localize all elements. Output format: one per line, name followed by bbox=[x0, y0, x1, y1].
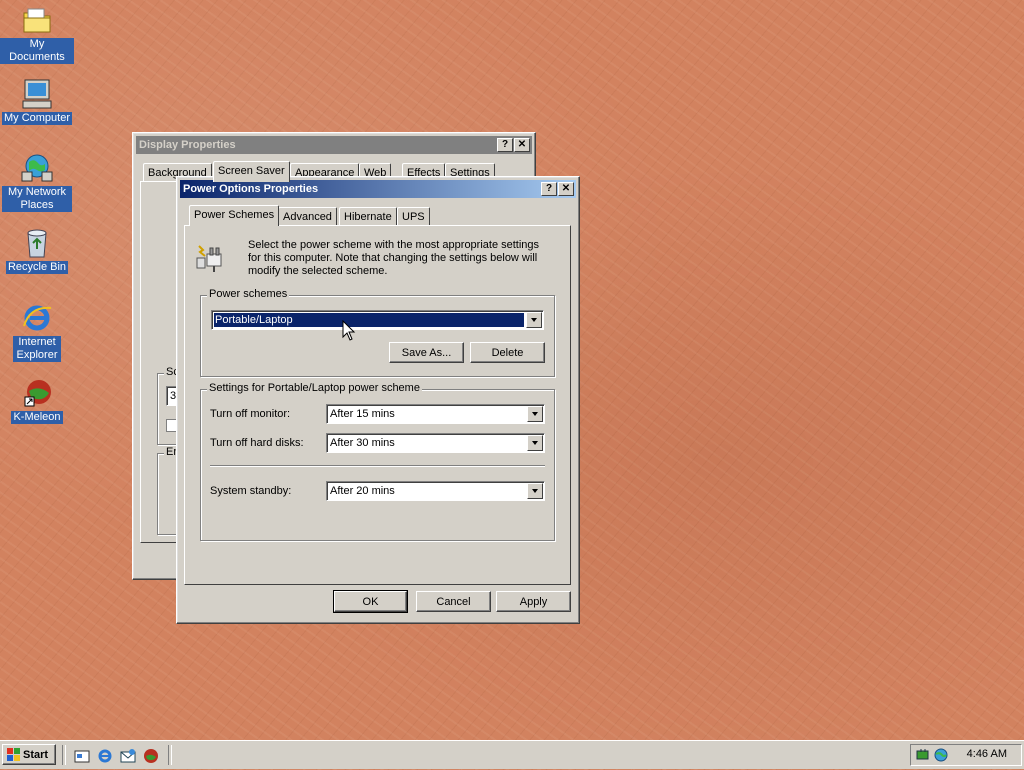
internet-explorer-icon[interactable] bbox=[97, 748, 113, 764]
power-schemes-panel: Select the power scheme with the most ap… bbox=[184, 225, 571, 585]
desktop-icon-my-documents[interactable]: My Documents bbox=[0, 4, 74, 64]
delete-button[interactable]: Delete bbox=[470, 342, 545, 363]
network-icon bbox=[21, 152, 53, 184]
network-tray-icon[interactable] bbox=[933, 747, 949, 766]
outlook-express-icon[interactable] bbox=[120, 748, 136, 764]
scheme-settings-group: Settings for Portable/Laptop power schem… bbox=[200, 382, 555, 541]
show-desktop-icon[interactable] bbox=[74, 748, 90, 764]
desktop-icon-label: K-Meleon bbox=[11, 411, 63, 424]
tab-screen-saver[interactable]: Screen Saver bbox=[213, 161, 290, 182]
computer-icon bbox=[21, 78, 53, 110]
desktop-icon-k-meleon[interactable]: K-Meleon bbox=[0, 377, 74, 424]
chevron-down-icon[interactable] bbox=[527, 406, 543, 422]
recycle-bin-icon bbox=[21, 227, 53, 259]
chevron-down-icon[interactable] bbox=[526, 312, 542, 328]
display-properties-titlebar[interactable]: Display Properties ? ✕ bbox=[136, 136, 532, 154]
window-title: Power Options Properties bbox=[183, 183, 319, 195]
system-standby-select[interactable]: After 20 mins bbox=[326, 481, 545, 501]
folder-icon bbox=[21, 4, 53, 36]
scheme-description: Select the power scheme with the most ap… bbox=[248, 239, 540, 277]
monitor-label: Turn off monitor: bbox=[210, 408, 291, 420]
k-meleon-icon[interactable] bbox=[143, 748, 159, 764]
mouse-cursor-icon bbox=[342, 319, 356, 342]
apply-button[interactable]: Apply bbox=[496, 591, 571, 612]
divider bbox=[62, 745, 66, 765]
ok-button[interactable]: OK bbox=[333, 590, 408, 613]
power-tray-icon[interactable] bbox=[915, 747, 931, 766]
chevron-down-icon[interactable] bbox=[527, 435, 543, 451]
turn-off-monitor-select[interactable]: After 15 mins bbox=[326, 404, 545, 424]
system-tray: 4:46 AM bbox=[910, 744, 1022, 766]
select-value: Portable/Laptop bbox=[213, 312, 525, 328]
taskbar: Start 4:46 AM bbox=[0, 740, 1024, 769]
desktop-icon-label: My Computer bbox=[1, 112, 73, 125]
window-title: Display Properties bbox=[139, 139, 236, 151]
desktop-icon-label: My Network Places bbox=[2, 186, 72, 212]
tab-power-schemes[interactable]: Power Schemes bbox=[189, 205, 280, 226]
k-meleon-icon bbox=[21, 377, 53, 409]
internet-explorer-icon bbox=[21, 302, 53, 334]
start-button[interactable]: Start bbox=[2, 744, 56, 765]
tab-hibernate[interactable]: Hibernate bbox=[339, 207, 397, 226]
desktop-icon-my-network-places[interactable]: My Network Places bbox=[0, 152, 74, 212]
power-options-window[interactable]: Power Options Properties ? ✕ Power Schem… bbox=[176, 176, 580, 624]
tab-advanced[interactable]: Advanced bbox=[278, 207, 337, 226]
cancel-button[interactable]: Cancel bbox=[416, 591, 491, 612]
disks-label: Turn off hard disks: bbox=[210, 437, 304, 449]
clock[interactable]: 4:46 AM bbox=[967, 748, 1007, 760]
select-value: After 15 mins bbox=[330, 408, 395, 420]
help-button[interactable]: ? bbox=[497, 138, 513, 152]
desktop-icon-label: Recycle Bin bbox=[5, 261, 69, 274]
desktop-icon-recycle-bin[interactable]: Recycle Bin bbox=[0, 227, 74, 274]
desktop-icon-internet-explorer[interactable]: Internet Explorer bbox=[0, 302, 74, 362]
divider bbox=[210, 465, 545, 467]
windows-logo-icon bbox=[7, 748, 21, 770]
power-scheme-select[interactable]: Portable/Laptop bbox=[211, 310, 544, 330]
group-label: Power schemes bbox=[207, 288, 290, 300]
turn-off-disks-select[interactable]: After 30 mins bbox=[326, 433, 545, 453]
group-label: Settings for Portable/Laptop power schem… bbox=[207, 382, 422, 394]
power-options-titlebar[interactable]: Power Options Properties ? ✕ bbox=[180, 180, 576, 198]
desktop-icon-label: Internet Explorer bbox=[13, 336, 61, 362]
close-button[interactable]: ✕ bbox=[514, 138, 530, 152]
save-as-button[interactable]: Save As... bbox=[389, 342, 464, 363]
close-button[interactable]: ✕ bbox=[558, 182, 574, 196]
start-label: Start bbox=[23, 749, 49, 761]
help-button[interactable]: ? bbox=[541, 182, 557, 196]
desktop-icon-my-computer[interactable]: My Computer bbox=[0, 78, 74, 125]
divider bbox=[168, 745, 172, 765]
standby-label: System standby: bbox=[210, 485, 292, 497]
select-value: After 30 mins bbox=[330, 437, 395, 449]
chevron-down-icon[interactable] bbox=[527, 483, 543, 499]
power-schemes-group: Power schemes Portable/Laptop Save As...… bbox=[200, 288, 555, 377]
select-value: After 20 mins bbox=[330, 485, 395, 497]
power-plug-icon bbox=[195, 238, 231, 274]
desktop-icon-label: My Documents bbox=[0, 38, 74, 64]
tab-ups[interactable]: UPS bbox=[397, 207, 430, 226]
